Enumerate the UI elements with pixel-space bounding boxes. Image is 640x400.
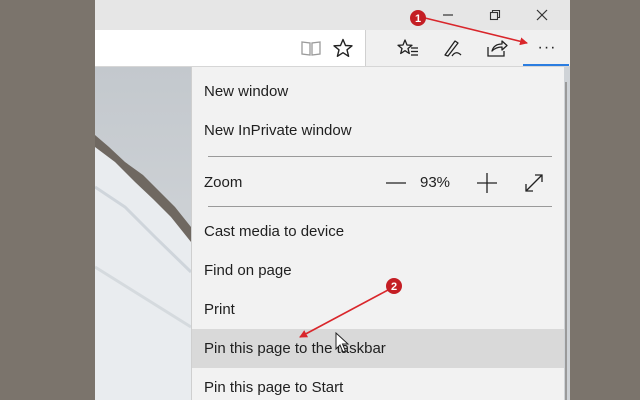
full-screen-icon: [525, 173, 543, 192]
reading-view-icon: [301, 41, 321, 56]
menu-item-print[interactable]: Print: [192, 290, 564, 329]
browser-toolbar: ···: [95, 30, 570, 67]
zoom-row: Zoom 93%: [192, 163, 564, 202]
zoom-label: Zoom: [204, 174, 243, 191]
web-note-pen-icon: [444, 40, 462, 57]
menu-item-pin-to-start[interactable]: Pin this page to Start: [192, 368, 564, 400]
share-icon: [487, 40, 508, 57]
title-bar: [95, 0, 570, 32]
menu-item-label: Print: [204, 301, 235, 318]
reading-view-button[interactable]: [295, 33, 327, 63]
more-actions-active-indicator: [523, 64, 569, 66]
menu-item-new-window[interactable]: New window: [192, 72, 564, 111]
menu-item-label: New window: [204, 83, 289, 100]
edge-browser-window: ··· New window New InPrivate window Zoom…: [95, 0, 570, 400]
restore-icon: [489, 9, 501, 21]
menu-divider: [208, 206, 552, 207]
menu-item-label: Cast media to device: [204, 223, 345, 240]
more-actions-menu: New window New InPrivate window Zoom 93%: [191, 67, 564, 400]
zoom-in-button[interactable]: [470, 163, 504, 202]
share-button[interactable]: [481, 33, 513, 63]
menu-scrollbar[interactable]: [565, 82, 567, 400]
address-bar[interactable]: [95, 30, 366, 66]
menu-item-new-inprivate-window[interactable]: New InPrivate window: [192, 111, 564, 150]
plus-icon: [477, 172, 497, 193]
menu-divider: [208, 156, 552, 157]
zoom-value: 93%: [420, 174, 451, 191]
minimize-button[interactable]: [425, 0, 471, 30]
more-actions-icon: ···: [537, 39, 557, 56]
close-icon: [536, 9, 548, 21]
more-actions-button[interactable]: ···: [530, 33, 564, 63]
menu-item-find-on-page[interactable]: Find on page: [192, 251, 564, 290]
menu-item-label: Pin this page to Start: [204, 379, 344, 396]
full-screen-button[interactable]: [516, 163, 552, 202]
menu-item-label: Find on page: [204, 262, 292, 279]
minus-icon: [386, 181, 406, 184]
favorites-hub-button[interactable]: [392, 33, 424, 63]
menu-item-label: Pin this page to the taskbar: [204, 340, 386, 357]
restore-button[interactable]: [472, 0, 518, 30]
menu-item-label: New InPrivate window: [204, 122, 352, 139]
web-note-button[interactable]: [437, 33, 469, 63]
menu-item-pin-to-taskbar[interactable]: Pin this page to the taskbar: [192, 329, 564, 368]
close-button[interactable]: [519, 0, 565, 30]
menu-item-cast-media[interactable]: Cast media to device: [192, 212, 564, 251]
add-favorite-button[interactable]: [327, 33, 359, 63]
favorite-star-icon: [333, 38, 353, 57]
minimize-icon: [443, 14, 453, 16]
zoom-out-button[interactable]: [378, 163, 414, 202]
favorites-hub-icon: [397, 39, 418, 56]
snowy-mountain-image: [95, 67, 191, 400]
